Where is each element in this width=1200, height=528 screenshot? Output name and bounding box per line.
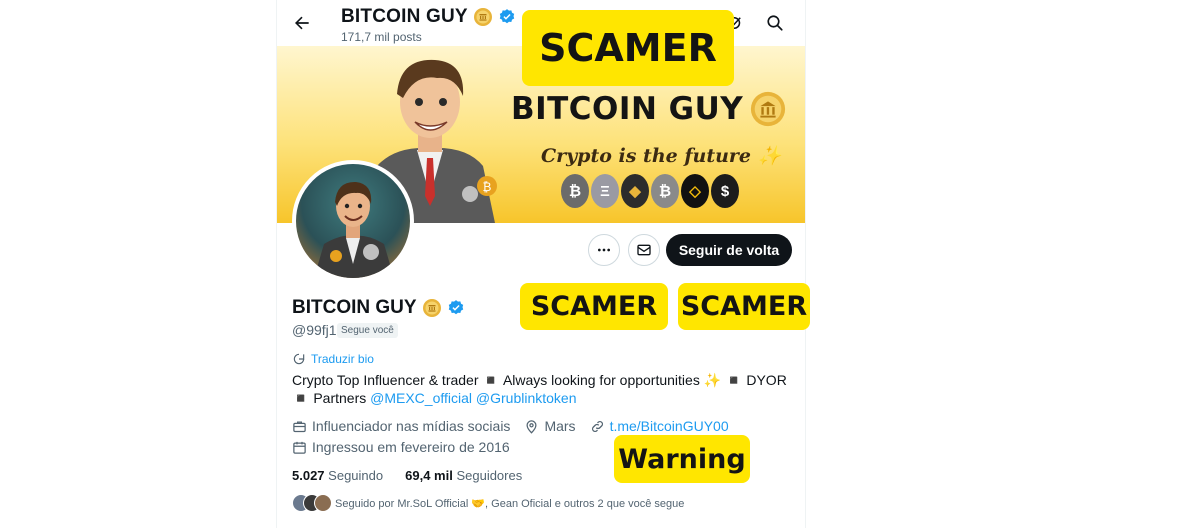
follower-avatars <box>292 494 332 512</box>
coin-badge-icon <box>473 8 492 26</box>
following-stat[interactable]: 5.027 Seguindo <box>292 468 383 483</box>
message-button[interactable] <box>628 234 660 266</box>
location-pin-icon <box>526 419 537 434</box>
scammer-overlay-mid-left: SCAMER <box>520 283 668 330</box>
warning-overlay: Warning <box>614 435 750 483</box>
bank-coin-icon <box>751 91 786 127</box>
verified-icon[interactable] <box>447 299 465 317</box>
svg-text:₿: ₿ <box>483 180 492 194</box>
back-button[interactable] <box>287 8 317 38</box>
verified-icon <box>499 9 514 24</box>
followers-count: 69,4 mil <box>405 468 453 483</box>
joined-text: Ingressou em fevereiro de 2016 <box>312 439 510 455</box>
banner-coin: Ξ <box>591 174 619 208</box>
scammer-overlay-top: SCAMER <box>522 10 734 86</box>
banner-coin: $ <box>711 174 739 208</box>
follow-stats: 5.027 Seguindo 69,4 mil Seguidores <box>292 468 522 483</box>
bio-mention-grublink[interactable]: @Grublinktoken <box>476 390 577 406</box>
banner-coins: ₿ Ξ ◆ ₿ ◇ $ <box>561 174 739 208</box>
followers-label: Seguidores <box>456 468 523 483</box>
briefcase-icon <box>293 421 306 432</box>
avatar-illustration <box>314 181 394 278</box>
following-count: 5.027 <box>292 468 325 483</box>
banner-coin: ◇ <box>681 174 709 208</box>
following-label: Seguindo <box>328 468 384 483</box>
translate-bio-label: Traduzir bio <box>311 352 374 366</box>
profile-bio: Crypto Top Influencer & trader ◾ Always … <box>292 371 792 407</box>
banner-coin: ₿ <box>561 174 589 208</box>
banner-brand: BITCOIN GUY <box>511 90 787 128</box>
coin-badge-icon <box>422 299 441 317</box>
follows-you-badge: Segue você <box>337 323 398 338</box>
followers-stat[interactable]: 69,4 mil Seguidores <box>405 468 522 483</box>
translate-icon <box>293 353 305 365</box>
profile-handle: @99fj1 <box>292 322 337 338</box>
banner-tagline: Crypto is the future ✨ <box>541 145 782 167</box>
profile-name-text: BITCOIN GUY <box>292 297 417 318</box>
location-item: Mars <box>524 418 576 434</box>
calendar-icon <box>293 441 306 454</box>
translate-bio-link[interactable]: Traduzir bio <box>292 352 374 366</box>
follow-back-button[interactable]: Seguir de volta <box>666 234 792 266</box>
banner-brand-text: BITCOIN GUY <box>511 91 744 127</box>
post-count: 171,7 mil posts <box>341 30 422 44</box>
envelope-icon <box>637 244 651 256</box>
scammer-overlay-mid-right: SCAMER <box>678 283 810 330</box>
search-button[interactable] <box>764 12 786 34</box>
bio-mention-mexc[interactable]: @MEXC_official <box>370 390 472 406</box>
link-icon <box>591 420 603 432</box>
joined-item: Ingressou em fevereiro de 2016 <box>292 439 510 455</box>
header-name: BITCOIN GUY <box>341 6 468 27</box>
profile-meta-row: Influenciador nas mídias sociais Mars t.… <box>292 418 729 434</box>
avatar <box>314 494 332 512</box>
website-item: t.me/BitcoinGUY00 <box>590 418 729 434</box>
banner-coin: ₿ <box>651 174 679 208</box>
banner-coin: ◆ <box>621 174 649 208</box>
location-text: Mars <box>544 418 576 434</box>
more-options-button[interactable] <box>588 234 620 266</box>
profile-joined-row: Ingressou em fevereiro de 2016 <box>292 439 510 455</box>
category-item: Influenciador nas mídias sociais <box>292 418 510 434</box>
category-text: Influenciador nas mídias sociais <box>312 418 511 434</box>
arrow-left-icon <box>295 16 309 30</box>
header-title: BITCOIN GUY <box>341 6 516 28</box>
profile-avatar[interactable] <box>292 160 414 282</box>
profile-name: BITCOIN GUY <box>292 297 465 319</box>
more-dots-icon <box>598 248 610 252</box>
followed-by-text: Seguido por Mr.SoL Official 🤝, Gean Ofic… <box>335 497 685 510</box>
followed-by-row[interactable]: Seguido por Mr.SoL Official 🤝, Gean Ofic… <box>292 494 684 512</box>
search-icon <box>767 15 783 31</box>
website-link[interactable]: t.me/BitcoinGUY00 <box>610 418 729 434</box>
